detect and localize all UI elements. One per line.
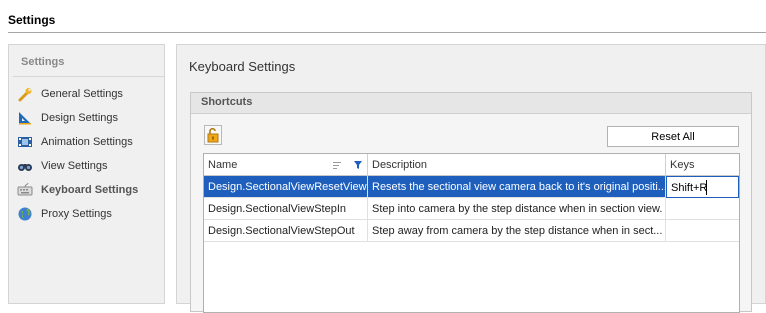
sidebar-item-label: Animation Settings	[41, 136, 133, 148]
group-header: Shortcuts	[191, 93, 751, 114]
shortcuts-grid: Name Description Keys Design.SectionalVi…	[203, 153, 740, 313]
sidebar-item-label: View Settings	[41, 160, 108, 172]
keyboard-icon	[17, 182, 33, 198]
table-row-cell-name[interactable]: Design.SectionalViewStepOut	[204, 220, 368, 242]
sidebar-item-label: General Settings	[41, 88, 123, 100]
unlock-button[interactable]	[204, 125, 222, 145]
sidebar-item-keyboard[interactable]: Keyboard Settings	[17, 180, 162, 200]
column-header-keys[interactable]: Keys	[666, 154, 739, 176]
table-row-cell-keys[interactable]	[666, 198, 739, 220]
cell-text: Resets the sectional view camera back to…	[372, 181, 666, 193]
sidebar-item-animation[interactable]: Animation Settings	[17, 132, 162, 152]
ruler-icon	[17, 110, 33, 126]
film-icon	[17, 134, 33, 150]
page-title: Settings	[8, 13, 56, 27]
binoculars-icon	[17, 158, 33, 174]
keys-input[interactable]: Shift+R	[666, 176, 739, 198]
sidebar-divider	[13, 76, 164, 77]
filter-icon[interactable]	[353, 160, 363, 173]
column-header-name[interactable]: Name	[204, 154, 368, 176]
shortcuts-group: Shortcuts Reset All Name Description Key…	[190, 92, 752, 313]
cell-text: Step into camera by the step distance wh…	[372, 203, 663, 215]
sidebar-item-proxy[interactable]: Proxy Settings	[17, 204, 162, 224]
table-row-cell-description[interactable]: Resets the sectional view camera back to…	[368, 176, 666, 198]
title-divider	[8, 32, 766, 33]
sidebar-item-view[interactable]: View Settings	[17, 156, 162, 176]
sidebar-heading: Settings	[21, 56, 65, 68]
cell-text: Design.SectionalViewResetView	[208, 181, 367, 193]
column-header-label: Keys	[670, 159, 695, 171]
table-row-cell-description[interactable]: Step into camera by the step distance wh…	[368, 198, 666, 220]
wrench-icon	[17, 86, 33, 102]
reset-all-button[interactable]: Reset All	[607, 126, 739, 147]
sidebar-item-label: Keyboard Settings	[41, 184, 139, 196]
sidebar: Settings General Settings Design Setting…	[8, 44, 165, 304]
unlock-icon	[205, 127, 221, 147]
panel-title: Keyboard Settings	[189, 59, 296, 74]
column-header-label: Name	[208, 159, 238, 171]
column-header-label: Description	[372, 159, 428, 171]
main-panel: Keyboard Settings Shortcuts Reset All Na…	[176, 44, 766, 313]
table-row-cell-name[interactable]: Design.SectionalViewStepIn	[204, 198, 368, 220]
sort-icon[interactable]	[332, 160, 342, 173]
table-row-cell-description[interactable]: Step away from camera by the step distan…	[368, 220, 666, 242]
column-header-description[interactable]: Description	[368, 154, 666, 176]
sidebar-item-general[interactable]: General Settings	[17, 84, 162, 104]
text-caret	[706, 180, 707, 195]
globe-icon	[17, 206, 33, 222]
cell-text: Shift+R	[671, 182, 708, 194]
cell-text: Design.SectionalViewStepIn	[208, 203, 346, 215]
table-row-cell-keys[interactable]	[666, 220, 739, 242]
table-row-cell-name[interactable]: Design.SectionalViewResetView	[204, 176, 368, 198]
group-title: Shortcuts	[201, 96, 253, 108]
cell-text: Step away from camera by the step distan…	[372, 225, 663, 237]
sidebar-item-label: Proxy Settings	[41, 208, 112, 220]
cell-text: Design.SectionalViewStepOut	[208, 225, 355, 237]
sidebar-item-label: Design Settings	[41, 112, 119, 124]
sidebar-item-design[interactable]: Design Settings	[17, 108, 162, 128]
